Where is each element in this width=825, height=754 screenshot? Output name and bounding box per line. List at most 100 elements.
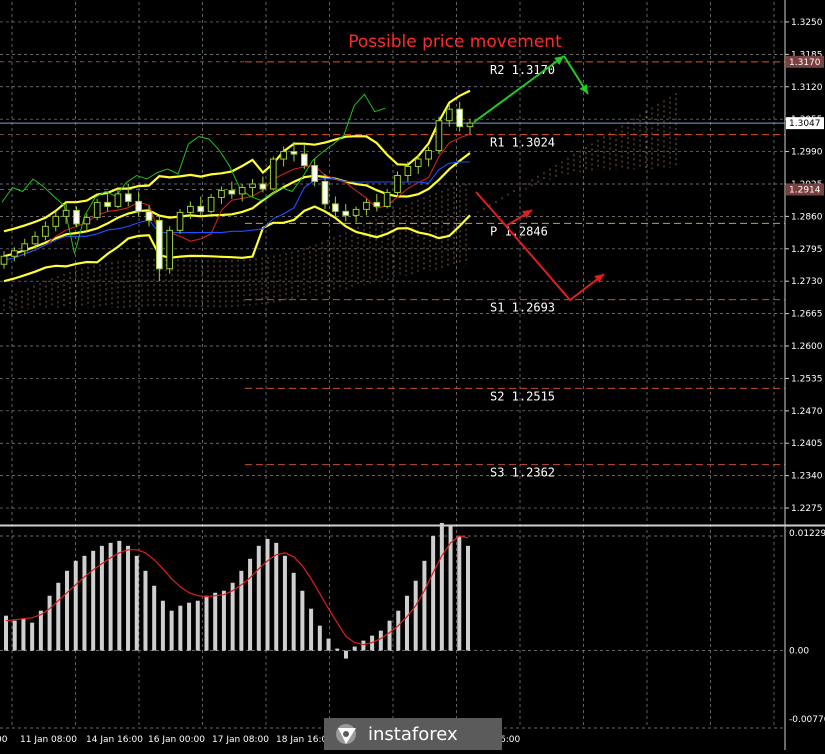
histogram-bar: [204, 595, 209, 651]
candle-body: [425, 150, 432, 160]
histogram-bar: [65, 570, 70, 651]
candle: [342, 203, 350, 222]
histogram-bar: [291, 572, 296, 651]
histogram-bar: [309, 608, 314, 651]
candle-body: [21, 243, 29, 252]
candle: [104, 191, 111, 212]
level-label-s3: S3 1.2362: [490, 466, 555, 480]
current-price-label: 1.3047: [789, 119, 821, 129]
candle: [259, 176, 267, 193]
histogram-bar: [274, 542, 279, 651]
histogram-bar: [422, 560, 427, 651]
candle: [176, 208, 184, 234]
candle-body: [52, 215, 60, 227]
candle: [42, 221, 49, 241]
candle-body: [166, 229, 174, 270]
candle: [425, 146, 432, 167]
candle-body: [176, 211, 184, 231]
candle-body: [383, 191, 391, 207]
candle-body: [93, 201, 101, 218]
histogram-bar: [82, 555, 87, 651]
candle-body: [249, 183, 256, 188]
histogram-bar: [187, 602, 192, 651]
level-label-r1: R1 1.3024: [490, 136, 555, 150]
candle-body: [197, 205, 205, 212]
histogram-bar: [317, 625, 322, 651]
histogram-bar: [256, 545, 261, 651]
candle: [93, 198, 101, 221]
time-label: 14 Jan 16:00: [86, 735, 143, 745]
histogram-bar: [352, 646, 357, 651]
candle: [456, 101, 463, 132]
osc-tick-label: 0.01229: [789, 529, 825, 539]
candle: [352, 206, 360, 223]
histogram-bar: [12, 620, 17, 651]
histogram-bar: [457, 535, 462, 651]
price-tick-label: 1.2470: [791, 407, 823, 417]
candle-body: [145, 210, 153, 221]
chart-canvas: R2 1.3170R1 1.3024P 1.2846S1 1.2693S2 1.…: [0, 0, 825, 750]
marker-price-label: 1.2914: [789, 185, 821, 195]
histogram-bar: [143, 570, 148, 651]
candle: [466, 119, 474, 135]
price-tick-label: 1.2990: [791, 148, 823, 158]
time-label: 16 Jan 00:00: [148, 735, 205, 745]
time-label: 00: [0, 735, 8, 745]
candle-body: [104, 201, 111, 207]
level-label-s1: S1 1.2693: [490, 301, 555, 315]
price-tick-label: 1.2340: [791, 472, 823, 482]
candle: [363, 198, 370, 216]
candle-body: [466, 122, 474, 128]
price-tick-label: 1.2600: [791, 342, 823, 352]
histogram-bar: [178, 605, 183, 651]
candle-body: [114, 193, 122, 207]
chart-title: Possible price movement: [348, 32, 562, 52]
candle-body: [280, 151, 287, 160]
time-label: 6:00: [500, 735, 520, 745]
histogram-bar: [195, 600, 200, 651]
candle-body: [435, 120, 443, 152]
candle-body: [404, 166, 412, 177]
candle-body: [31, 235, 39, 245]
histogram-bar: [239, 570, 244, 651]
histogram-bar: [466, 545, 470, 651]
r2-axis-label: 1.3170: [789, 58, 821, 68]
histogram-bar: [91, 550, 96, 651]
logo-text: instaforex: [368, 724, 458, 745]
histogram-bar: [378, 630, 383, 651]
candle: [135, 191, 142, 217]
histogram-bar: [387, 620, 392, 651]
histogram-bar: [38, 610, 43, 651]
candle-body: [311, 165, 319, 182]
candle-body: [228, 189, 236, 195]
scenario-arrows: [473, 55, 605, 302]
candle: [0, 251, 8, 269]
histogram-bar: [439, 522, 444, 651]
candle-body: [300, 153, 308, 167]
chikou-span: [1, 93, 386, 254]
level-label-s2: S2 1.2515: [490, 389, 555, 403]
histogram-bar: [282, 555, 287, 651]
histogram-bar: [396, 610, 401, 651]
logo-mark-icon: [336, 724, 356, 744]
histogram-bar: [248, 558, 253, 651]
candle-body: [0, 255, 8, 265]
histogram-bar: [126, 545, 131, 651]
histogram-bar: [213, 592, 218, 651]
candle-body: [135, 200, 142, 212]
candle-body: [83, 216, 91, 225]
price-tick-label: 1.2860: [791, 212, 823, 222]
candle: [435, 116, 443, 155]
osc-tick-label: -0.00776: [789, 715, 825, 725]
candle-body: [290, 151, 298, 155]
histogram-bar: [21, 618, 26, 651]
candle-body: [394, 175, 401, 193]
instaforex-logo: instaforex: [324, 718, 502, 750]
candle: [269, 156, 277, 191]
candle-body: [124, 193, 132, 202]
histogram-bar: [56, 582, 61, 651]
candle-body: [332, 203, 339, 212]
price-tick-label: 1.2665: [791, 310, 823, 320]
histogram-bar: [326, 638, 331, 651]
histogram-bar: [160, 600, 165, 651]
